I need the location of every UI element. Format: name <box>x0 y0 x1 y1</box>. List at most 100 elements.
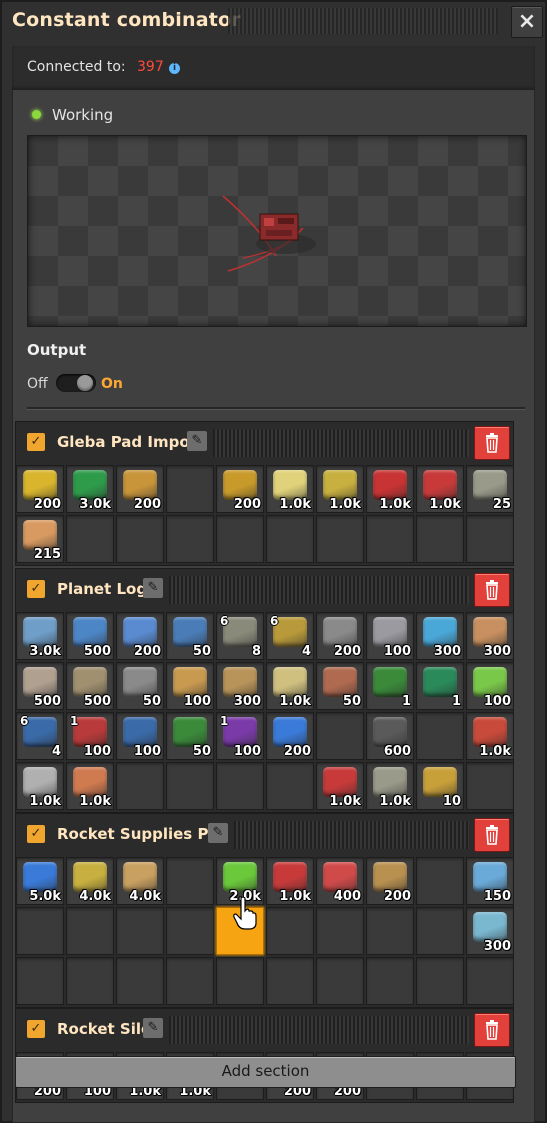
signal-slot[interactable] <box>216 515 264 563</box>
signal-slot[interactable] <box>166 907 214 955</box>
signal-slot[interactable] <box>166 957 214 1005</box>
output-on-label[interactable]: On <box>101 376 123 392</box>
signal-slot[interactable]: 500 <box>66 612 114 660</box>
signal-slot[interactable]: 100 <box>366 612 414 660</box>
signal-slot[interactable]: 215 <box>16 515 64 563</box>
signal-slot[interactable]: 1.0k <box>266 662 314 710</box>
section-drag-handle[interactable] <box>169 1016 469 1044</box>
signal-slot[interactable] <box>166 857 214 905</box>
output-off-label[interactable]: Off <box>27 376 48 392</box>
signal-slot[interactable]: 400 <box>316 857 364 905</box>
signal-slot[interactable] <box>416 712 464 760</box>
signal-slot[interactable]: 1.0k <box>466 712 514 760</box>
signal-slot[interactable]: 200 <box>266 712 314 760</box>
signal-slot[interactable] <box>266 957 314 1005</box>
signal-slot[interactable]: 300 <box>466 907 514 955</box>
signal-slot[interactable] <box>266 762 314 810</box>
signal-slot[interactable]: 300 <box>466 612 514 660</box>
signal-slot[interactable] <box>16 957 64 1005</box>
signal-slot[interactable] <box>216 957 264 1005</box>
signal-slot[interactable]: 1.0k <box>16 762 64 810</box>
signal-slot[interactable]: 100 <box>466 662 514 710</box>
delete-section-button[interactable] <box>474 818 510 852</box>
signal-slot[interactable]: 3.0k <box>16 612 64 660</box>
signal-slot[interactable] <box>116 957 164 1005</box>
edit-pencil-icon[interactable]: ✎ <box>208 823 228 843</box>
signal-slot[interactable] <box>116 515 164 563</box>
signal-slot[interactable] <box>466 762 514 810</box>
signal-slot[interactable]: 4.0k <box>66 857 114 905</box>
signal-slot[interactable]: 150 <box>466 857 514 905</box>
signal-slot[interactable]: 3.0k <box>66 465 114 513</box>
section-enabled-checkbox[interactable]: ✓ <box>27 580 45 598</box>
info-icon[interactable]: i <box>169 63 180 74</box>
signal-slot[interactable] <box>466 515 514 563</box>
signal-slot[interactable]: 1.0k <box>266 857 314 905</box>
signal-slot[interactable]: 300 <box>216 662 264 710</box>
signal-slot[interactable]: 200 <box>316 612 364 660</box>
add-section-button[interactable]: Add section <box>15 1056 516 1088</box>
signal-slot[interactable] <box>166 465 214 513</box>
signal-slot[interactable] <box>416 515 464 563</box>
edit-pencil-icon[interactable]: ✎ <box>143 1018 163 1038</box>
signal-slot[interactable] <box>366 515 414 563</box>
signal-slot[interactable]: 100 <box>166 662 214 710</box>
signal-slot[interactable] <box>366 907 414 955</box>
signal-slot[interactable]: 5.0k <box>16 857 64 905</box>
signal-slot[interactable]: 300 <box>416 612 464 660</box>
signal-slot[interactable]: 200 <box>116 612 164 660</box>
signal-slot[interactable]: 25 <box>466 465 514 513</box>
signal-slot[interactable]: 1 100 <box>216 712 264 760</box>
signal-slot[interactable]: 1.0k <box>316 762 364 810</box>
drag-handle[interactable] <box>228 8 498 34</box>
signal-slot[interactable] <box>166 762 214 810</box>
signal-slot[interactable] <box>216 762 264 810</box>
signal-slot[interactable] <box>316 957 364 1005</box>
signal-slot[interactable]: 100 <box>116 712 164 760</box>
signal-slot[interactable]: 1.0k <box>316 465 364 513</box>
section-drag-handle[interactable] <box>169 576 469 604</box>
signal-slot[interactable] <box>66 907 114 955</box>
signal-slot[interactable]: 1 <box>416 662 464 710</box>
edit-pencil-icon[interactable]: ✎ <box>187 431 207 451</box>
close-icon[interactable]: × <box>511 6 543 38</box>
signal-slot[interactable] <box>416 857 464 905</box>
signal-slot[interactable] <box>266 907 314 955</box>
signal-slot[interactable]: 600 <box>366 712 414 760</box>
section-drag-handle[interactable] <box>234 821 469 849</box>
signal-slot[interactable]: 200 <box>216 465 264 513</box>
signal-slot[interactable]: 64 <box>16 712 64 760</box>
signal-slot[interactable] <box>316 907 364 955</box>
signal-slot[interactable] <box>316 515 364 563</box>
section-drag-handle[interactable] <box>213 429 469 457</box>
signal-slot[interactable] <box>116 907 164 955</box>
signal-slot[interactable]: 10 <box>416 762 464 810</box>
delete-section-button[interactable] <box>474 573 510 607</box>
signal-slot[interactable] <box>166 515 214 563</box>
signal-slot[interactable]: 4.0k <box>116 857 164 905</box>
signal-slot[interactable]: 1.0k <box>266 465 314 513</box>
signal-slot[interactable]: 1 100 <box>66 712 114 760</box>
section-enabled-checkbox[interactable]: ✓ <box>27 1020 45 1038</box>
signal-slot[interactable]: 50 <box>166 612 214 660</box>
signal-slot[interactable] <box>466 957 514 1005</box>
signal-slot[interactable] <box>416 957 464 1005</box>
signal-slot[interactable]: 1 <box>366 662 414 710</box>
signal-slot[interactable]: 1.0k <box>366 762 414 810</box>
delete-section-button[interactable] <box>474 426 510 460</box>
signal-slot[interactable] <box>266 515 314 563</box>
entity-preview[interactable] <box>27 135 527 327</box>
signal-slot[interactable]: 64 <box>266 612 314 660</box>
signal-slot[interactable]: 500 <box>66 662 114 710</box>
output-toggle-switch[interactable] <box>56 374 96 392</box>
signal-slot[interactable] <box>16 907 64 955</box>
signal-slot[interactable]: 50 <box>116 662 164 710</box>
signal-slot[interactable] <box>416 907 464 955</box>
signal-slot[interactable] <box>66 957 114 1005</box>
signal-slot[interactable]: 500 <box>16 662 64 710</box>
signal-slot[interactable]: 1.0k <box>416 465 464 513</box>
signal-slot[interactable] <box>116 762 164 810</box>
edit-pencil-icon[interactable]: ✎ <box>143 578 163 598</box>
signal-slot[interactable]: 1.0k <box>66 762 114 810</box>
signal-slot[interactable]: 200 <box>366 857 414 905</box>
